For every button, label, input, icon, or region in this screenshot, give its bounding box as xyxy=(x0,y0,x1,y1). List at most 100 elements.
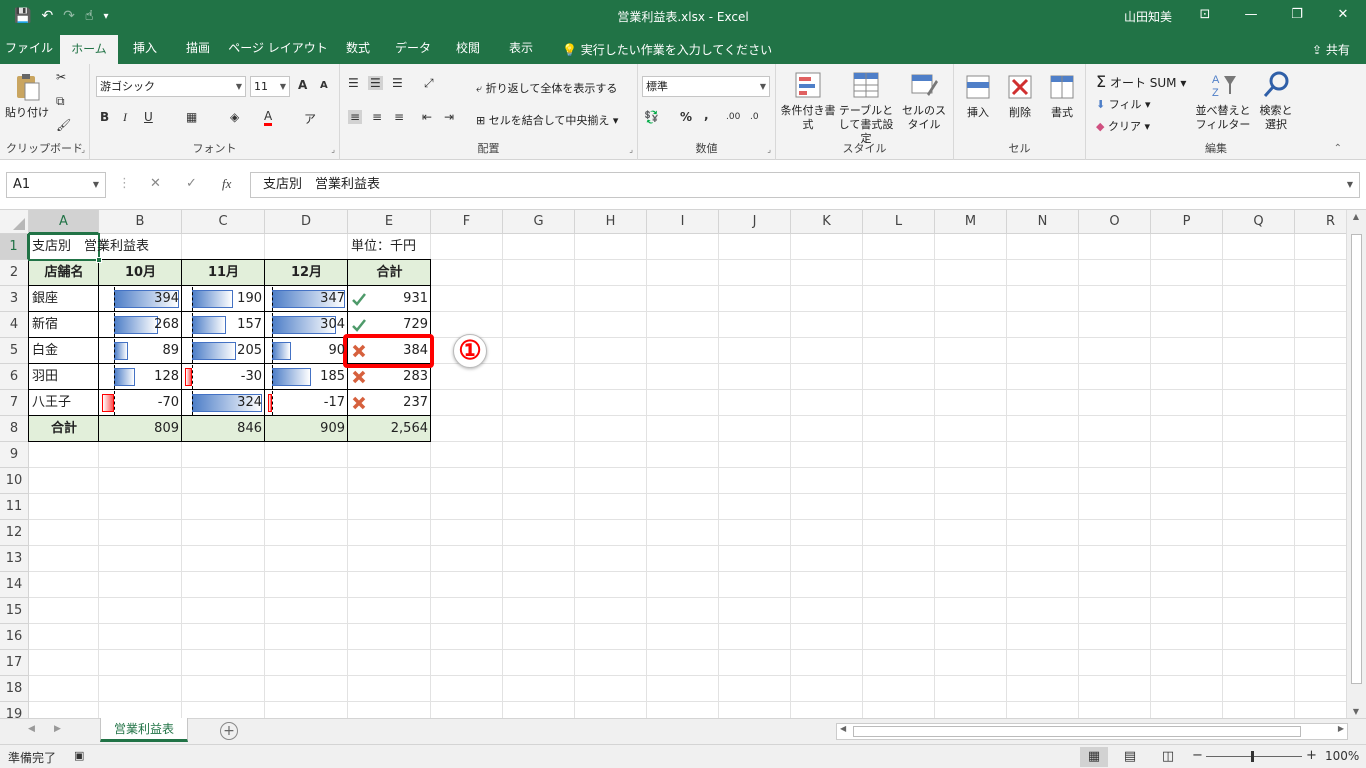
dialog-launcher-icon[interactable]: ⌟ xyxy=(331,145,335,154)
row-header-10[interactable]: 10 xyxy=(0,468,29,494)
row-header-18[interactable]: 18 xyxy=(0,676,29,702)
paste-button[interactable]: クリップボード 貼り付け xyxy=(4,72,50,120)
name-box[interactable]: A1 ▼ xyxy=(6,172,106,198)
row-header-11[interactable]: 11 xyxy=(0,494,29,520)
value-cell[interactable]: 205 xyxy=(182,338,265,364)
autosum-button[interactable]: Σ オート SUM ▾ xyxy=(1096,72,1186,91)
scroll-thumb[interactable] xyxy=(853,726,1301,737)
column-header-q[interactable]: Q xyxy=(1223,210,1295,234)
insert-cells-button[interactable]: 挿入 xyxy=(960,72,996,120)
align-left-icon[interactable]: ≡ xyxy=(348,110,363,124)
scroll-thumb[interactable] xyxy=(1351,234,1362,684)
minimize-icon[interactable]: — xyxy=(1228,0,1274,32)
header-cell[interactable]: 10月 xyxy=(99,260,182,286)
align-right-icon[interactable]: ≡ xyxy=(394,110,404,124)
align-middle-icon[interactable]: ☰ xyxy=(368,76,383,90)
month-total-cell[interactable]: 909 xyxy=(265,416,348,442)
store-cell[interactable]: 新宿 xyxy=(29,312,99,338)
month-total-cell[interactable]: 809 xyxy=(99,416,182,442)
total-cell[interactable]: 729 xyxy=(348,312,431,338)
phonetic-icon[interactable]: ア xyxy=(304,110,316,127)
grand-total-cell[interactable]: 2,564 xyxy=(348,416,431,442)
add-sheet-icon[interactable]: + xyxy=(220,722,238,740)
user-name[interactable]: 山田知美 xyxy=(1124,8,1172,25)
row-header-9[interactable]: 9 xyxy=(0,442,29,468)
format-cells-button[interactable]: 書式 xyxy=(1044,72,1080,120)
dialog-launcher-icon[interactable]: ⌟ xyxy=(629,145,633,154)
vertical-scrollbar[interactable]: ▲ ▼ xyxy=(1346,210,1366,718)
italic-button[interactable]: I xyxy=(123,110,127,125)
value-cell[interactable]: 190 xyxy=(182,286,265,312)
column-header-o[interactable]: O xyxy=(1079,210,1151,234)
value-cell[interactable]: -17 xyxy=(265,390,348,416)
store-cell[interactable]: 八王子 xyxy=(29,390,99,416)
scroll-down-icon[interactable]: ▼ xyxy=(1347,707,1365,716)
row-header-7[interactable]: 7 xyxy=(0,390,29,416)
bold-button[interactable]: B xyxy=(100,110,109,124)
row-header-14[interactable]: 14 xyxy=(0,572,29,598)
column-header-b[interactable]: B xyxy=(99,210,182,234)
copy-icon[interactable]: ⧉ xyxy=(56,94,65,109)
store-cell[interactable]: 羽田 xyxy=(29,364,99,390)
value-cell[interactable]: 304 xyxy=(265,312,348,338)
scroll-left-icon[interactable]: ◀ xyxy=(840,724,846,733)
tab-file[interactable]: ファイル xyxy=(0,32,58,64)
cancel-icon[interactable]: ✕ xyxy=(150,176,161,191)
tab-data[interactable]: データ xyxy=(386,32,440,64)
column-header-j[interactable]: J xyxy=(719,210,791,234)
row-header-15[interactable]: 15 xyxy=(0,598,29,624)
underline-button[interactable]: U xyxy=(144,110,153,124)
increase-indent-icon[interactable]: ⇥ xyxy=(444,110,454,124)
tell-me-box[interactable]: 💡 実行したい作業を入力してください xyxy=(562,41,772,58)
align-center-icon[interactable]: ≡ xyxy=(372,110,382,124)
close-icon[interactable]: ✕ xyxy=(1320,0,1366,32)
percent-button[interactable]: % xyxy=(680,110,692,124)
cell-styles-button[interactable]: セルのスタイル xyxy=(898,70,950,132)
row-header-16[interactable]: 16 xyxy=(0,624,29,650)
total-cell[interactable]: 283 xyxy=(348,364,431,390)
cell-a1[interactable]: 支店別 営業利益表 xyxy=(29,234,149,260)
scroll-up-icon[interactable]: ▲ xyxy=(1347,212,1365,221)
value-cell[interactable]: 324 xyxy=(182,390,265,416)
cut-icon[interactable]: ✂ xyxy=(56,70,66,84)
normal-view-icon[interactable]: ▦ xyxy=(1080,747,1108,767)
row-header-13[interactable]: 13 xyxy=(0,546,29,572)
fill-button[interactable]: ⬇ フィル ▾ xyxy=(1096,96,1151,112)
store-cell[interactable]: 銀座 xyxy=(29,286,99,312)
row-header-17[interactable]: 17 xyxy=(0,650,29,676)
value-cell[interactable]: 268 xyxy=(99,312,182,338)
horizontal-scrollbar[interactable]: ◀ ▶ xyxy=(836,723,1348,740)
enter-icon[interactable]: ✓ xyxy=(186,176,197,191)
tab-formulas[interactable]: 数式 xyxy=(332,32,384,64)
shrink-font-button[interactable]: A xyxy=(320,80,328,91)
zoom-out-icon[interactable]: − xyxy=(1192,748,1203,763)
collapse-ribbon-icon[interactable]: ⌃ xyxy=(1334,143,1342,154)
dialog-launcher-icon[interactable]: ⌟ xyxy=(81,145,85,154)
font-size-combo[interactable]: 11 ▼ xyxy=(250,76,290,97)
tab-view[interactable]: 表示 xyxy=(496,32,546,64)
column-header-g[interactable]: G xyxy=(503,210,575,234)
row-header-4[interactable]: 4 xyxy=(0,312,29,338)
month-total-cell[interactable]: 846 xyxy=(182,416,265,442)
cell-e1[interactable]: 単位：千円 xyxy=(348,234,431,260)
tab-insert[interactable]: 挿入 xyxy=(120,32,170,64)
sort-filter-button[interactable]: AZ 並べ替えとフィルター xyxy=(1192,70,1254,132)
align-bottom-icon[interactable]: ☰ xyxy=(392,76,403,90)
page-break-view-icon[interactable]: ◫ xyxy=(1154,747,1182,767)
value-cell[interactable]: -70 xyxy=(99,390,182,416)
decrease-indent-icon[interactable]: ⇤ xyxy=(422,110,432,124)
column-header-n[interactable]: N xyxy=(1007,210,1079,234)
dialog-launcher-icon[interactable]: ⌟ xyxy=(767,145,771,154)
row-header-6[interactable]: 6 xyxy=(0,364,29,390)
column-header-k[interactable]: K xyxy=(791,210,863,234)
delete-cells-button[interactable]: 削除 xyxy=(1002,72,1038,120)
header-cell[interactable]: 店舗名 xyxy=(29,260,99,286)
value-cell[interactable]: 394 xyxy=(99,286,182,312)
font-color-button[interactable]: A xyxy=(264,109,273,126)
find-select-button[interactable]: 検索と選択 xyxy=(1256,70,1296,132)
next-sheet-icon[interactable]: ▶ xyxy=(54,724,61,734)
value-cell[interactable]: 89 xyxy=(99,338,182,364)
column-header-m[interactable]: M xyxy=(935,210,1007,234)
column-header-p[interactable]: P xyxy=(1151,210,1223,234)
row-header-12[interactable]: 12 xyxy=(0,520,29,546)
